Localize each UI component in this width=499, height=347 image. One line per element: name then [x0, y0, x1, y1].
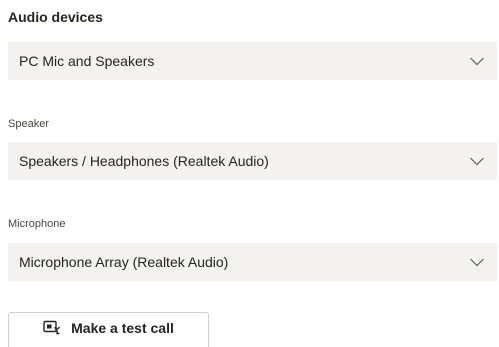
audio-devices-dropdown[interactable]: PC Mic and Speakers [8, 42, 497, 80]
make-test-call-label: Make a test call [71, 320, 174, 336]
chevron-down-icon [469, 254, 485, 270]
speaker-selected-value: Speakers / Headphones (Realtek Audio) [19, 153, 269, 169]
audio-devices-selected-value: PC Mic and Speakers [19, 53, 155, 69]
audio-devices-heading: Audio devices [8, 9, 103, 25]
microphone-selected-value: Microphone Array (Realtek Audio) [19, 254, 229, 270]
test-call-icon [43, 320, 61, 336]
chevron-down-icon [469, 153, 485, 169]
chevron-down-icon [469, 53, 485, 69]
microphone-dropdown[interactable]: Microphone Array (Realtek Audio) [8, 243, 497, 281]
speaker-label: Speaker [8, 118, 49, 130]
speaker-dropdown[interactable]: Speakers / Headphones (Realtek Audio) [8, 142, 497, 180]
make-test-call-button[interactable]: Make a test call [8, 312, 209, 347]
microphone-label: Microphone [8, 218, 66, 230]
